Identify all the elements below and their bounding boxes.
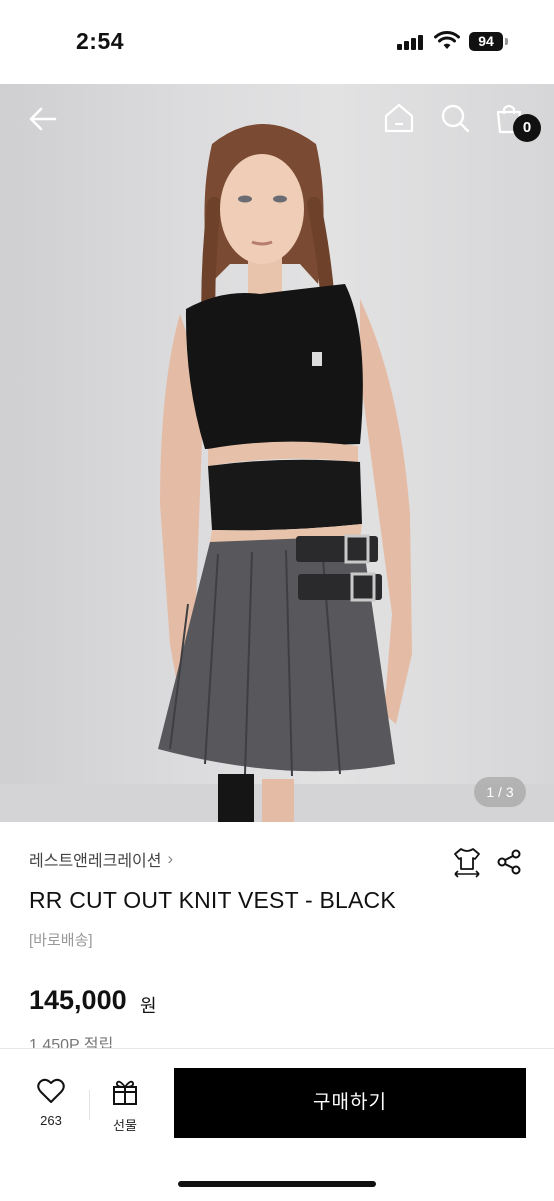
like-count: 263 bbox=[40, 1113, 62, 1128]
home-icon[interactable] bbox=[383, 102, 415, 134]
search-icon[interactable] bbox=[439, 102, 471, 134]
shipping-tag: [바로배송] bbox=[29, 932, 93, 949]
cellular-signal-icon bbox=[397, 34, 425, 50]
wifi-icon bbox=[434, 31, 460, 49]
heart-icon bbox=[37, 1078, 65, 1103]
brand-name: 레스트앤레크레이션 bbox=[29, 853, 162, 870]
product-price: 145,000 bbox=[29, 985, 127, 1015]
action-divider bbox=[89, 1090, 90, 1120]
arrow-left-icon[interactable] bbox=[28, 104, 58, 134]
product-image-gallery[interactable] bbox=[0, 84, 554, 822]
share-icon[interactable] bbox=[495, 848, 523, 876]
like-button[interactable]: 263 bbox=[30, 1078, 72, 1128]
brand-link[interactable]: 레스트앤레크레이션 › bbox=[29, 847, 173, 871]
size-fit-icon[interactable] bbox=[452, 846, 482, 878]
battery-indicator: 94 bbox=[469, 32, 503, 51]
home-indicator bbox=[178, 1181, 376, 1187]
product-photo bbox=[0, 124, 554, 822]
battery-nub bbox=[505, 38, 508, 45]
gift-label: 선물 bbox=[113, 1118, 137, 1133]
clock: 2:54 bbox=[76, 28, 125, 54]
cart-count-badge: 0 bbox=[513, 114, 541, 142]
buy-button[interactable]: 구매하기 bbox=[174, 1068, 526, 1138]
product-title: RR CUT OUT KNIT VEST - BLACK bbox=[29, 887, 396, 913]
gift-button[interactable]: 선물 bbox=[104, 1078, 146, 1134]
status-bar: 2:54 94 bbox=[0, 0, 554, 84]
price-currency: 원 bbox=[140, 996, 157, 1016]
image-page-indicator: 1 / 3 bbox=[474, 777, 526, 807]
chevron-right-icon: › bbox=[167, 849, 174, 868]
gift-icon bbox=[113, 1080, 137, 1105]
